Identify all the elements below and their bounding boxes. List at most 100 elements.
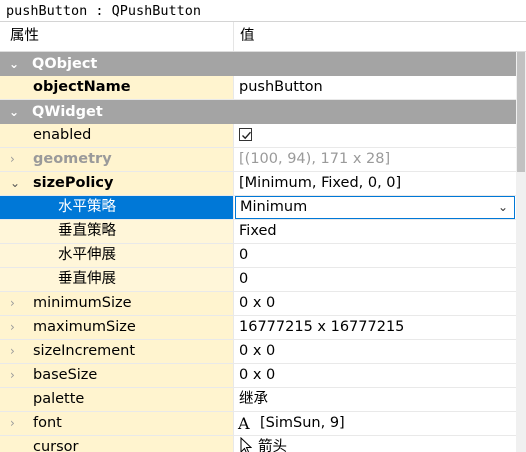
property-row[interactable]: objectName pushButton xyxy=(0,76,516,100)
property-value: Fixed xyxy=(239,223,277,239)
chevron-down-icon[interactable]: ⌄ xyxy=(9,52,19,76)
property-name: 水平策略 xyxy=(58,199,116,215)
property-name: objectName xyxy=(33,79,131,95)
property-name: sizePolicy xyxy=(33,175,114,191)
property-row[interactable]: 水平策略 Minimum ⌄ xyxy=(0,196,516,220)
property-value-cell[interactable]: 0 xyxy=(234,244,516,267)
property-value: 0 x 0 xyxy=(239,367,276,383)
property-name: 垂直策略 xyxy=(58,223,116,239)
property-value-cell[interactable]: 0 x 0 xyxy=(234,364,516,387)
header-property[interactable]: 属性 xyxy=(10,22,39,51)
property-value: 16777215 x 16777215 xyxy=(239,319,405,335)
property-value: [(100, 94), 171 x 28] xyxy=(239,151,391,167)
header-divider[interactable] xyxy=(233,22,234,51)
property-row[interactable]: ⌄ sizePolicy [Minimum, Fixed, 0, 0] xyxy=(0,172,516,196)
property-row[interactable]: cursor 箭头 xyxy=(0,436,516,452)
chevron-down-icon[interactable]: ⌄ xyxy=(10,172,20,195)
property-row[interactable]: › minimumSize 0 x 0 xyxy=(0,292,516,316)
property-row[interactable]: palette 继承 xyxy=(0,388,516,412)
property-value: 0 x 0 xyxy=(239,295,276,311)
property-value: 0 xyxy=(239,247,249,263)
property-name-cell[interactable]: › minimumSize xyxy=(0,292,233,315)
property-row[interactable]: › font A [SimSun, 9] xyxy=(0,412,516,436)
property-name-cell[interactable]: 水平伸展 xyxy=(0,244,233,267)
property-value: [Minimum, Fixed, 0, 0] xyxy=(239,175,402,191)
property-value: [SimSun, 9] xyxy=(260,415,345,431)
property-row[interactable]: 垂直伸展 0 xyxy=(0,268,516,292)
property-name-cell[interactable]: objectName xyxy=(0,76,233,99)
property-value-cell[interactable]: 箭头 xyxy=(234,436,516,452)
property-name: 垂直伸展 xyxy=(58,271,116,287)
property-table-header: 属性 值 xyxy=(0,22,526,52)
property-grid: ⌄ QObject objectName pushButton ⌄ QWidget enab… xyxy=(0,52,516,452)
category-qwidget[interactable]: ⌄ QWidget xyxy=(0,100,516,124)
property-name-cell[interactable]: › maximumSize xyxy=(0,316,233,339)
property-name-cell[interactable]: ⌄ sizePolicy xyxy=(0,172,233,195)
property-value-cell[interactable]: pushButton xyxy=(234,76,516,99)
combobox-value: Minimum xyxy=(240,199,308,215)
property-name-cell[interactable]: 水平策略 xyxy=(0,196,233,219)
font-icon: A xyxy=(238,414,250,433)
property-row[interactable]: › geometry [(100, 94), 171 x 28] xyxy=(0,148,516,172)
property-value: 继承 xyxy=(239,391,268,407)
property-name-cell[interactable]: › sizeIncrement xyxy=(0,340,233,363)
horizontal-policy-combobox[interactable]: Minimum ⌄ xyxy=(235,196,515,219)
enabled-checkbox[interactable] xyxy=(239,128,252,141)
property-name: cursor xyxy=(33,439,79,452)
chevron-down-icon[interactable]: ⌄ xyxy=(9,100,19,124)
property-name-cell[interactable]: › font xyxy=(0,412,233,435)
chevron-right-icon[interactable]: › xyxy=(10,364,15,387)
window-title: pushButton : QPushButton xyxy=(0,0,526,22)
property-row[interactable]: › maximumSize 16777215 x 16777215 xyxy=(0,316,516,340)
chevron-right-icon[interactable]: › xyxy=(10,412,15,435)
property-name: minimumSize xyxy=(33,295,132,311)
property-name: sizeIncrement xyxy=(33,343,136,359)
chevron-right-icon[interactable]: › xyxy=(10,148,15,171)
property-value-cell[interactable]: 0 x 0 xyxy=(234,292,516,315)
property-name: baseSize xyxy=(33,367,98,383)
property-value-cell[interactable]: A [SimSun, 9] xyxy=(234,412,516,435)
property-value-cell[interactable]: 继承 xyxy=(234,388,516,411)
property-name-cell[interactable]: › geometry xyxy=(0,148,233,171)
property-name-cell[interactable]: enabled xyxy=(0,124,233,147)
property-value-cell[interactable]: 0 xyxy=(234,268,516,291)
property-value-cell[interactable]: 16777215 x 16777215 xyxy=(234,316,516,339)
chevron-right-icon[interactable]: › xyxy=(10,340,15,363)
property-row[interactable]: › baseSize 0 x 0 xyxy=(0,364,516,388)
property-value: 箭头 xyxy=(258,439,287,452)
property-value: 0 x 0 xyxy=(239,343,276,359)
property-name: font xyxy=(33,415,62,431)
property-row[interactable]: › sizeIncrement 0 x 0 xyxy=(0,340,516,364)
chevron-right-icon[interactable]: › xyxy=(10,316,15,339)
property-name: enabled xyxy=(33,127,92,143)
scrollbar-thumb[interactable] xyxy=(517,52,525,172)
property-row[interactable]: enabled xyxy=(0,124,516,148)
property-name: maximumSize xyxy=(33,319,136,335)
property-value-cell[interactable]: 0 x 0 xyxy=(234,340,516,363)
header-value[interactable]: 值 xyxy=(240,22,255,51)
arrow-cursor-icon xyxy=(240,436,253,452)
vertical-scrollbar[interactable] xyxy=(516,52,526,452)
category-label: QWidget xyxy=(32,104,103,120)
chevron-right-icon[interactable]: › xyxy=(10,292,15,315)
property-name-cell[interactable]: palette xyxy=(0,388,233,411)
property-value-cell[interactable]: Fixed xyxy=(234,220,516,243)
property-value: 0 xyxy=(239,271,249,287)
chevron-down-icon[interactable]: ⌄ xyxy=(498,197,508,218)
property-value: pushButton xyxy=(239,79,323,95)
property-name: geometry xyxy=(33,151,112,167)
property-name-cell[interactable]: 垂直伸展 xyxy=(0,268,233,291)
property-value-cell[interactable]: [Minimum, Fixed, 0, 0] xyxy=(234,172,516,195)
property-name-cell[interactable]: 垂直策略 xyxy=(0,220,233,243)
property-name-cell[interactable]: › baseSize xyxy=(0,364,233,387)
category-qobject[interactable]: ⌄ QObject xyxy=(0,52,516,76)
property-name: 水平伸展 xyxy=(58,247,116,263)
property-name-cell[interactable]: cursor xyxy=(0,436,233,452)
property-value-cell[interactable] xyxy=(234,124,516,147)
category-label: QObject xyxy=(32,56,98,72)
property-value-cell[interactable]: [(100, 94), 171 x 28] xyxy=(234,148,516,171)
check-icon xyxy=(242,131,252,140)
property-name: palette xyxy=(33,391,85,407)
property-row[interactable]: 垂直策略 Fixed xyxy=(0,220,516,244)
property-row[interactable]: 水平伸展 0 xyxy=(0,244,516,268)
